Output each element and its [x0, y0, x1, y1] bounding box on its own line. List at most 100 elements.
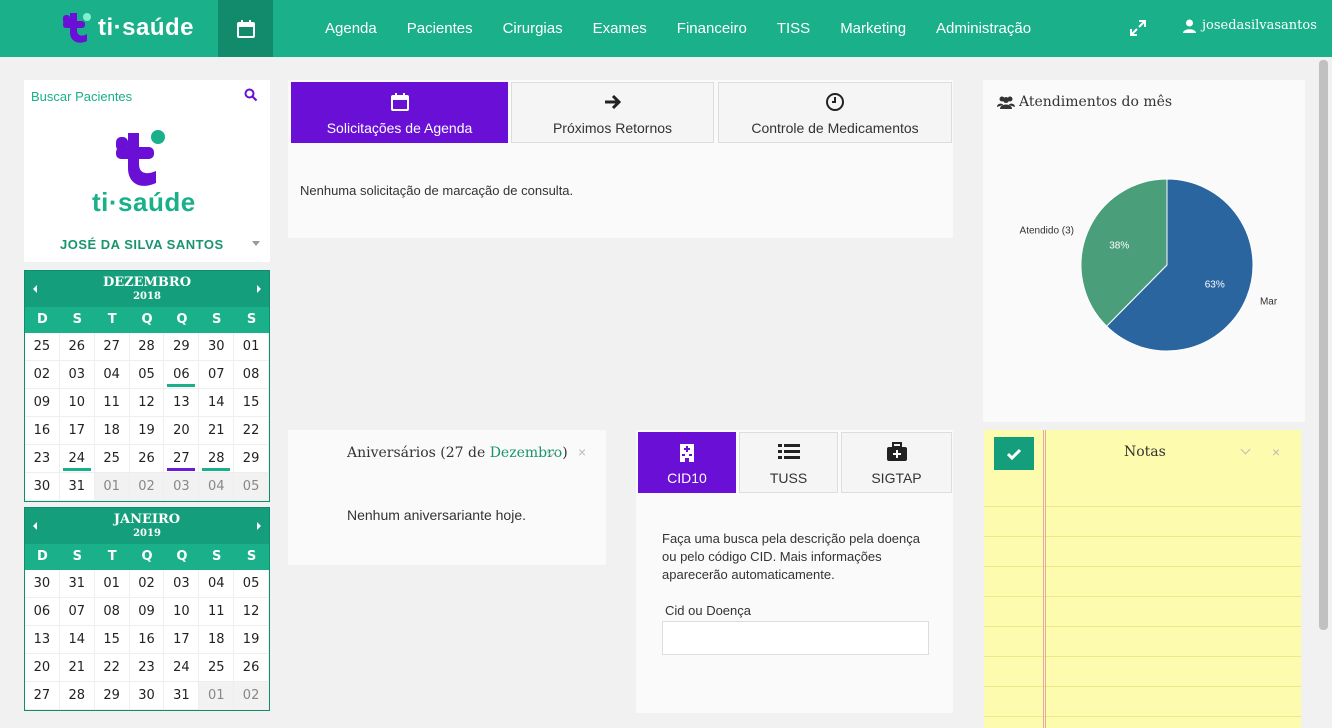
close-icon[interactable]: ×: [1272, 444, 1280, 460]
calendar-day[interactable]: 01: [199, 682, 235, 710]
calendar-day[interactable]: 11: [94, 389, 130, 417]
calendar-day[interactable]: 18: [199, 626, 235, 654]
calendar-day[interactable]: 29: [234, 445, 269, 473]
calendar-day[interactable]: 05: [234, 473, 269, 501]
nav-financeiro[interactable]: Financeiro: [677, 20, 747, 37]
calendar-day[interactable]: 20: [164, 417, 200, 445]
calendar-day[interactable]: 05: [234, 570, 269, 598]
calendar-day[interactable]: 16: [129, 626, 165, 654]
calendar-day[interactable]: 22: [234, 417, 269, 445]
tab-solicitacoes[interactable]: Solicitações de Agenda: [291, 82, 508, 143]
tab-tuss[interactable]: TUSS: [739, 432, 838, 493]
save-note-button[interactable]: [994, 437, 1034, 470]
brand-logo[interactable]: ti·saúde: [60, 8, 194, 48]
calendar-day[interactable]: 25: [94, 445, 130, 473]
calendar-day[interactable]: 01: [234, 333, 269, 361]
calendar-day[interactable]: 27: [164, 445, 200, 473]
calendar-day[interactable]: 19: [234, 626, 269, 654]
calendar-day[interactable]: 07: [59, 598, 95, 626]
calendar-day[interactable]: 04: [199, 570, 235, 598]
tab-sigtap[interactable]: SIGTAP: [841, 432, 952, 493]
calendar-day[interactable]: 27: [94, 333, 130, 361]
calendar-day[interactable]: 12: [234, 598, 269, 626]
calendar-day[interactable]: 12: [129, 389, 165, 417]
nav-tiss[interactable]: TISS: [777, 20, 810, 37]
calendar-day[interactable]: 25: [199, 654, 235, 682]
calendar-day[interactable]: 02: [129, 570, 165, 598]
calendar-day[interactable]: 07: [199, 361, 235, 389]
calendar-day[interactable]: 29: [164, 333, 200, 361]
calendar-day[interactable]: 14: [59, 626, 95, 654]
calendar-day[interactable]: 09: [129, 598, 165, 626]
calendar-day[interactable]: 02: [129, 473, 165, 501]
calendar-day[interactable]: 23: [25, 445, 60, 473]
calendar-day[interactable]: 06: [25, 598, 60, 626]
next-month-icon[interactable]: [257, 522, 261, 530]
search-icon[interactable]: [244, 88, 258, 102]
nav-pacientes[interactable]: Pacientes: [407, 20, 473, 37]
calendar-day[interactable]: 04: [94, 361, 130, 389]
calendar-day[interactable]: 19: [129, 417, 165, 445]
nav-marketing[interactable]: Marketing: [840, 20, 906, 37]
patient-search-link[interactable]: Buscar Pacientes: [31, 89, 132, 104]
tab-proximos-retornos[interactable]: Próximos Retornos: [511, 82, 714, 143]
calendar-day[interactable]: 30: [25, 473, 60, 501]
nav-agenda[interactable]: Agenda: [325, 20, 377, 37]
prev-month-icon[interactable]: [33, 522, 37, 530]
nav-exames[interactable]: Exames: [593, 20, 647, 37]
calendar-day[interactable]: 28: [129, 333, 165, 361]
calendar-day[interactable]: 27: [25, 682, 60, 710]
scrollbar-thumb[interactable]: [1319, 60, 1328, 630]
calendar-day[interactable]: 08: [234, 361, 269, 389]
calendar-day[interactable]: 28: [59, 682, 95, 710]
calendar-day[interactable]: 03: [164, 473, 200, 501]
calendar-day[interactable]: 17: [164, 626, 200, 654]
page-scrollbar[interactable]: [1315, 57, 1332, 728]
calendar-day[interactable]: 31: [59, 570, 95, 598]
calendar-day[interactable]: 23: [129, 654, 165, 682]
calendar-day[interactable]: 30: [129, 682, 165, 710]
next-month-icon[interactable]: [257, 285, 261, 293]
calendar-day[interactable]: 26: [129, 445, 165, 473]
calendar-day[interactable]: 24: [164, 654, 200, 682]
calendar-day[interactable]: 09: [25, 389, 60, 417]
calendar-day[interactable]: 18: [94, 417, 130, 445]
calendar-day[interactable]: 25: [25, 333, 60, 361]
calendar-toggle-button[interactable]: [218, 0, 273, 57]
calendar-day[interactable]: 13: [164, 389, 200, 417]
calendar-day[interactable]: 11: [199, 598, 235, 626]
calendar-day[interactable]: 10: [59, 389, 95, 417]
calendar-day[interactable]: 30: [199, 333, 235, 361]
calendar-day[interactable]: 24: [59, 445, 95, 473]
caret-down-icon[interactable]: [252, 241, 260, 246]
calendar-day[interactable]: 05: [129, 361, 165, 389]
calendar-day[interactable]: 13: [25, 626, 60, 654]
calendar-day[interactable]: 26: [59, 333, 95, 361]
calendar-day[interactable]: 16: [25, 417, 60, 445]
calendar-day[interactable]: 04: [199, 473, 235, 501]
user-menu[interactable]: josedasilvasantos: [1183, 18, 1317, 33]
calendar-day[interactable]: 02: [234, 682, 269, 710]
calendar-day[interactable]: 20: [25, 654, 60, 682]
calendar-day[interactable]: 03: [164, 570, 200, 598]
calendar-day[interactable]: 21: [59, 654, 95, 682]
calendar-day[interactable]: 30: [25, 570, 60, 598]
calendar-day[interactable]: 31: [59, 473, 95, 501]
calendar-day[interactable]: 01: [94, 570, 130, 598]
calendar-day[interactable]: 01: [94, 473, 130, 501]
calendar-day[interactable]: 26: [234, 654, 269, 682]
calendar-day[interactable]: 28: [199, 445, 235, 473]
calendar-day[interactable]: 17: [59, 417, 95, 445]
tab-cid10[interactable]: CID10: [638, 432, 736, 493]
calendar-day[interactable]: 06: [164, 361, 200, 389]
calendar-day[interactable]: 31: [164, 682, 200, 710]
calendar-day[interactable]: 14: [199, 389, 235, 417]
calendar-day[interactable]: 15: [234, 389, 269, 417]
patient-name[interactable]: JOSÉ DA SILVA SANTOS: [60, 237, 224, 252]
calendar-day[interactable]: 21: [199, 417, 235, 445]
prev-month-icon[interactable]: [33, 285, 37, 293]
nav-cirurgias[interactable]: Cirurgias: [503, 20, 563, 37]
nav-administracao[interactable]: Administração: [936, 20, 1031, 37]
cid-search-input[interactable]: [662, 621, 929, 655]
calendar-day[interactable]: 03: [59, 361, 95, 389]
